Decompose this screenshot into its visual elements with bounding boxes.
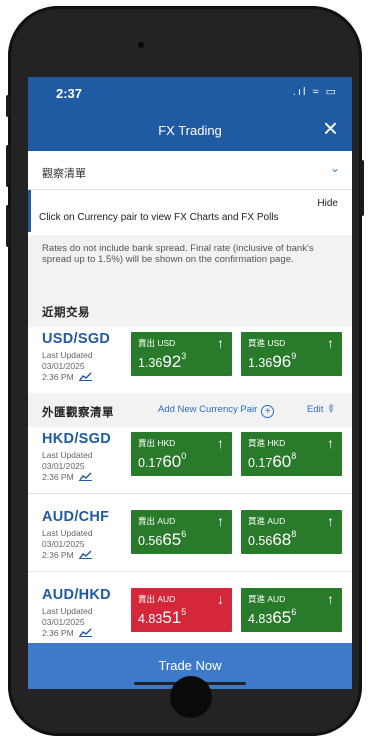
front-camera	[138, 42, 144, 48]
currency-pair-row[interactable]: HKD/SGD Last Updated 03/01/2025 2:36 PM 賣…	[28, 427, 352, 494]
sell-label: 賣出 HKD	[138, 438, 176, 448]
app-screen: 2:37 .ıl ≈ ▭ FX Trading × 觀察清單 ⌄ Hide Cl…	[28, 77, 352, 689]
sell-label: 賣出 USD	[138, 338, 176, 348]
phone-side-button	[6, 205, 10, 247]
currency-pair-name[interactable]: HKD/SGD	[42, 431, 111, 447]
buy-label: 買進 USD	[248, 338, 286, 348]
pencil-icon[interactable]: ✎	[324, 403, 338, 417]
page-title: FX Trading	[158, 123, 222, 138]
sell-rate-tile[interactable]: 賣出 HKD ↑ 0.17600	[131, 432, 232, 476]
arrow-up-icon: ↑	[217, 435, 224, 451]
rate-disclaimer-text: Rates do not include bank spread. Final …	[42, 243, 314, 265]
sell-rate: 0.17600	[138, 451, 187, 471]
arrow-up-icon: ↑	[327, 591, 334, 607]
buy-rate-tile[interactable]: 買進 AUD ↑ 0.56688	[241, 510, 342, 554]
last-updated: Last Updated 03/01/2025 2:36 PM	[42, 528, 93, 560]
rate-disclaimer: Rates do not include bank spread. Final …	[28, 235, 352, 293]
buy-rate: 4.83656	[248, 607, 297, 627]
watchlist-dropdown[interactable]: 觀察清單 ⌄	[28, 151, 352, 190]
arrow-up-icon: ↑	[327, 435, 334, 451]
arrow-up-icon: ↑	[327, 335, 334, 351]
line-chart-icon[interactable]	[78, 372, 92, 381]
buy-label: 買進 HKD	[248, 438, 286, 448]
sell-label: 賣出 AUD	[138, 594, 176, 604]
phone-side-button	[360, 160, 364, 216]
fx-watchlist-title: 外匯觀察清單	[42, 407, 114, 419]
recent-trades-header: 近期交易	[28, 293, 352, 327]
info-banner: Hide Click on Currency pair to view FX C…	[28, 190, 352, 232]
fx-watchlist-header: 外匯觀察清單 Add New Currency Pair + Edit✎	[28, 393, 352, 427]
buy-label: 買進 AUD	[248, 594, 286, 604]
buy-rate: 0.17608	[248, 451, 297, 471]
buy-rate-tile[interactable]: 買進 AUD ↑ 4.83656	[241, 588, 342, 632]
arrow-up-icon: ↑	[327, 513, 334, 529]
buy-label: 買進 AUD	[248, 516, 286, 526]
currency-pair-name[interactable]: USD/SGD	[42, 331, 110, 347]
trade-now-label: Trade Now	[158, 658, 222, 673]
currency-pair-row[interactable]: AUD/HKD Last Updated 03/01/2025 2:36 PM 賣…	[28, 583, 352, 650]
chevron-down-icon[interactable]: ⌄	[330, 161, 340, 175]
recent-trades-title: 近期交易	[42, 307, 90, 319]
sell-rate-tile[interactable]: 賣出 USD ↑ 1.36923	[131, 332, 232, 376]
currency-pair-name[interactable]: AUD/CHF	[42, 509, 109, 525]
buy-rate: 1.36969	[248, 351, 297, 371]
sell-rate: 1.36923	[138, 351, 187, 371]
nav-bar: FX Trading ×	[28, 109, 352, 151]
status-bar: 2:37 .ıl ≈ ▭	[28, 77, 352, 109]
watchlist-dropdown-label: 觀察清單	[42, 168, 86, 180]
status-icons: .ıl ≈ ▭	[292, 86, 338, 98]
sell-rate-tile[interactable]: 賣出 AUD ↓ 4.83515	[131, 588, 232, 632]
status-time: 2:37	[56, 86, 83, 101]
last-updated: Last Updated 03/01/2025 2:36 PM	[42, 350, 93, 382]
line-chart-icon[interactable]	[78, 472, 92, 481]
arrow-up-icon: ↑	[217, 335, 224, 351]
add-currency-pair-button[interactable]: Add New Currency Pair +	[158, 404, 275, 418]
sell-label: 賣出 AUD	[138, 516, 176, 526]
edit-button[interactable]: Edit✎	[307, 403, 338, 417]
plus-circle-icon[interactable]: +	[261, 405, 275, 418]
last-updated: Last Updated 03/01/2025 2:36 PM	[42, 606, 93, 638]
home-button[interactable]	[170, 676, 212, 718]
buy-rate-tile[interactable]: 買進 USD ↑ 1.36969	[241, 332, 342, 376]
currency-pair-row[interactable]: AUD/CHF Last Updated 03/01/2025 2:36 PM 賣…	[28, 505, 352, 572]
buy-rate: 0.56688	[248, 529, 297, 549]
currency-pair-name[interactable]: AUD/HKD	[42, 587, 111, 603]
line-chart-icon[interactable]	[78, 628, 92, 637]
arrow-down-icon: ↓	[217, 591, 224, 607]
close-icon[interactable]: ×	[323, 115, 338, 141]
sell-rate: 0.56656	[138, 529, 187, 549]
last-updated: Last Updated 03/01/2025 2:36 PM	[42, 450, 93, 482]
sell-rate-tile[interactable]: 賣出 AUD ↑ 0.56656	[131, 510, 232, 554]
currency-pair-row[interactable]: USD/SGD Last Updated 03/01/2025 2:36 PM 賣…	[28, 327, 352, 394]
line-chart-icon[interactable]	[78, 550, 92, 559]
arrow-up-icon: ↑	[217, 513, 224, 529]
buy-rate-tile[interactable]: 買進 HKD ↑ 0.17608	[241, 432, 342, 476]
phone-side-button	[6, 95, 10, 117]
info-text: Click on Currency pair to view FX Charts…	[39, 212, 279, 223]
sell-rate: 4.83515	[138, 607, 187, 627]
hide-button[interactable]: Hide	[317, 198, 338, 209]
phone-side-button	[6, 145, 10, 187]
